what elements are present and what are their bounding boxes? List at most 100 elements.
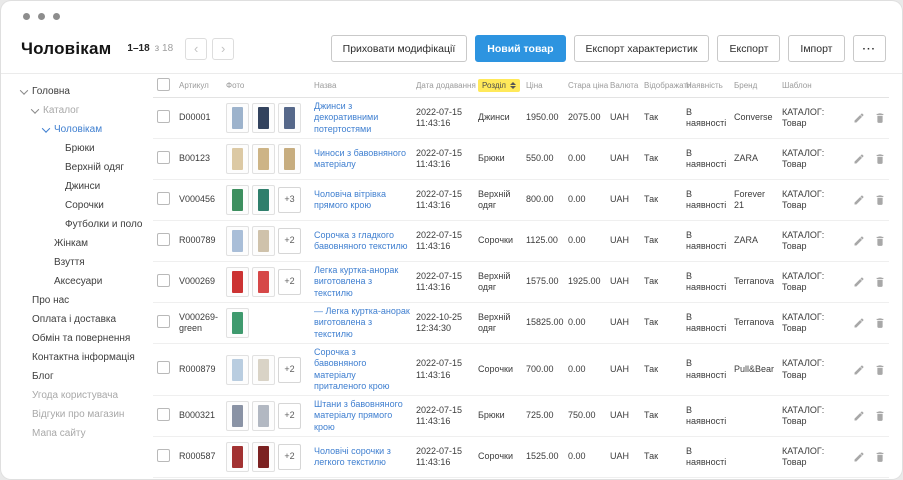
- product-name-link[interactable]: Чоловіча вітрівка прямого крою: [314, 189, 410, 212]
- edit-icon[interactable]: [853, 276, 865, 288]
- delete-icon[interactable]: [874, 410, 886, 422]
- delete-icon[interactable]: [874, 317, 886, 329]
- hide-modifications-button[interactable]: Приховати модифікації: [331, 35, 468, 62]
- column-header-currency[interactable]: Валюта: [610, 81, 644, 90]
- sidebar-item-vzuttia[interactable]: Взуття: [21, 253, 149, 272]
- product-photo[interactable]: [278, 144, 301, 174]
- edit-icon[interactable]: [853, 153, 865, 165]
- product-photo[interactable]: [252, 226, 275, 256]
- product-name-link[interactable]: Легка куртка-анорак виготовлена з тексти…: [314, 265, 410, 299]
- product-photo[interactable]: [278, 103, 301, 133]
- column-header-price[interactable]: Ціна: [526, 81, 568, 90]
- row-checkbox[interactable]: [157, 274, 170, 287]
- product-name-link[interactable]: Сорочка з бавовняного матеріалу притален…: [314, 347, 410, 392]
- sidebar-item-futbolky-i-polo[interactable]: Футболки и поло: [21, 215, 149, 234]
- edit-icon[interactable]: [853, 194, 865, 206]
- sidebar-item-pro-nas[interactable]: Про нас: [21, 291, 149, 310]
- product-photo[interactable]: [226, 144, 249, 174]
- product-name-link[interactable]: Чоловічі сорочки з легкого текстилю: [314, 446, 410, 469]
- export-button[interactable]: Експорт: [717, 35, 780, 62]
- export-characteristics-button[interactable]: Експорт характеристик: [574, 35, 710, 62]
- product-photo[interactable]: [252, 185, 275, 215]
- sidebar-item-bloh[interactable]: Блог: [21, 367, 149, 386]
- row-checkbox[interactable]: [157, 192, 170, 205]
- more-photos-badge[interactable]: +2: [278, 357, 301, 383]
- product-photo[interactable]: [226, 267, 249, 297]
- delete-icon[interactable]: [874, 112, 886, 124]
- pagination-prev-button[interactable]: ‹: [185, 38, 207, 60]
- product-photo[interactable]: [226, 226, 249, 256]
- sidebar-item-kataloh[interactable]: Каталог: [21, 101, 149, 120]
- edit-icon[interactable]: [853, 451, 865, 463]
- row-checkbox[interactable]: [157, 315, 170, 328]
- sidebar-item-uhoda-korystuvacha[interactable]: Угода користувача: [21, 386, 149, 405]
- import-button[interactable]: Імпорт: [788, 35, 844, 62]
- sidebar-item-vidhuky-pro-mahazyn[interactable]: Відгуки про магазин: [21, 405, 149, 424]
- sidebar-item-kontaktna-informatsiia[interactable]: Контактна інформація: [21, 348, 149, 367]
- edit-icon[interactable]: [853, 235, 865, 247]
- product-photo[interactable]: [226, 401, 249, 431]
- product-name-link[interactable]: Чиноси з бавовняного матеріалу: [314, 148, 410, 171]
- edit-icon[interactable]: [853, 317, 865, 329]
- column-header-name[interactable]: Назва: [314, 81, 416, 90]
- delete-icon[interactable]: [874, 153, 886, 165]
- more-button[interactable]: ···: [853, 35, 887, 62]
- sidebar-item-sorochky[interactable]: Сорочки: [21, 196, 149, 215]
- column-header-old_price[interactable]: Стара ціна: [568, 81, 610, 90]
- sidebar-item-zhinkam[interactable]: Жінкам: [21, 234, 149, 253]
- row-checkbox[interactable]: [157, 449, 170, 462]
- product-photo[interactable]: [226, 103, 249, 133]
- window-minimize-icon[interactable]: [38, 13, 45, 20]
- sidebar-item-briuky[interactable]: Брюки: [21, 139, 149, 158]
- product-name-link[interactable]: Джинси з декоративними потертостями: [314, 101, 410, 135]
- product-name-link[interactable]: Штани з бавовняного матеріалу прямого кр…: [314, 399, 410, 433]
- more-photos-badge[interactable]: +2: [278, 403, 301, 429]
- delete-icon[interactable]: [874, 194, 886, 206]
- row-checkbox[interactable]: [157, 408, 170, 421]
- edit-icon[interactable]: [853, 410, 865, 422]
- product-name-link[interactable]: — Легка куртка-анорак виготовлена з текс…: [314, 306, 410, 340]
- product-photo[interactable]: [252, 267, 275, 297]
- sidebar-item-holovna[interactable]: Головна: [21, 82, 149, 101]
- pagination-next-button[interactable]: ›: [212, 38, 234, 60]
- more-photos-badge[interactable]: +2: [278, 228, 301, 254]
- product-name-link[interactable]: Сорочка з гладкого бавовняного текстилю: [314, 230, 410, 253]
- product-photo[interactable]: [252, 103, 275, 133]
- edit-icon[interactable]: [853, 364, 865, 376]
- sort-arrows-icon[interactable]: [510, 82, 516, 89]
- product-photo[interactable]: [252, 355, 275, 385]
- new-product-button[interactable]: Новий товар: [475, 35, 565, 62]
- sidebar-item-mapa-saitu[interactable]: Мапа сайту: [21, 424, 149, 443]
- product-photo[interactable]: [226, 355, 249, 385]
- column-header-brand[interactable]: Бренд: [734, 81, 782, 90]
- product-photo[interactable]: [226, 442, 249, 472]
- column-header-sku[interactable]: Артикул: [179, 81, 226, 90]
- product-photo[interactable]: [252, 401, 275, 431]
- more-photos-badge[interactable]: +2: [278, 269, 301, 295]
- row-checkbox[interactable]: [157, 151, 170, 164]
- window-close-icon[interactable]: [23, 13, 30, 20]
- column-header-photo[interactable]: Фото: [226, 81, 314, 90]
- product-photo[interactable]: [226, 308, 249, 338]
- sidebar-item-oplata-i-dostavka[interactable]: Оплата і доставка: [21, 310, 149, 329]
- delete-icon[interactable]: [874, 276, 886, 288]
- sidebar-item-aksesuary[interactable]: Аксесуари: [21, 272, 149, 291]
- delete-icon[interactable]: [874, 364, 886, 376]
- product-photo[interactable]: [252, 144, 275, 174]
- product-photo[interactable]: [226, 185, 249, 215]
- column-header-date[interactable]: Дата додавання: [416, 81, 478, 90]
- sidebar-item-dzhynsy[interactable]: Джинси: [21, 177, 149, 196]
- row-checkbox[interactable]: [157, 110, 170, 123]
- sidebar-item-obmin-ta-povernennia[interactable]: Обмін та повернення: [21, 329, 149, 348]
- product-photo[interactable]: [252, 442, 275, 472]
- edit-icon[interactable]: [853, 112, 865, 124]
- more-photos-badge[interactable]: +2: [278, 444, 301, 470]
- column-header-category[interactable]: Розділ: [478, 79, 526, 92]
- row-checkbox[interactable]: [157, 233, 170, 246]
- column-header-template[interactable]: Шаблон: [782, 81, 838, 90]
- sidebar-item-verkhnii-odiah[interactable]: Верхній одяг: [21, 158, 149, 177]
- row-checkbox[interactable]: [157, 361, 170, 374]
- sidebar-item-cholovikam[interactable]: Чоловікам: [21, 120, 149, 139]
- highlighted-sort-column[interactable]: Розділ: [478, 79, 520, 92]
- column-header-availability[interactable]: Наявність: [686, 81, 734, 90]
